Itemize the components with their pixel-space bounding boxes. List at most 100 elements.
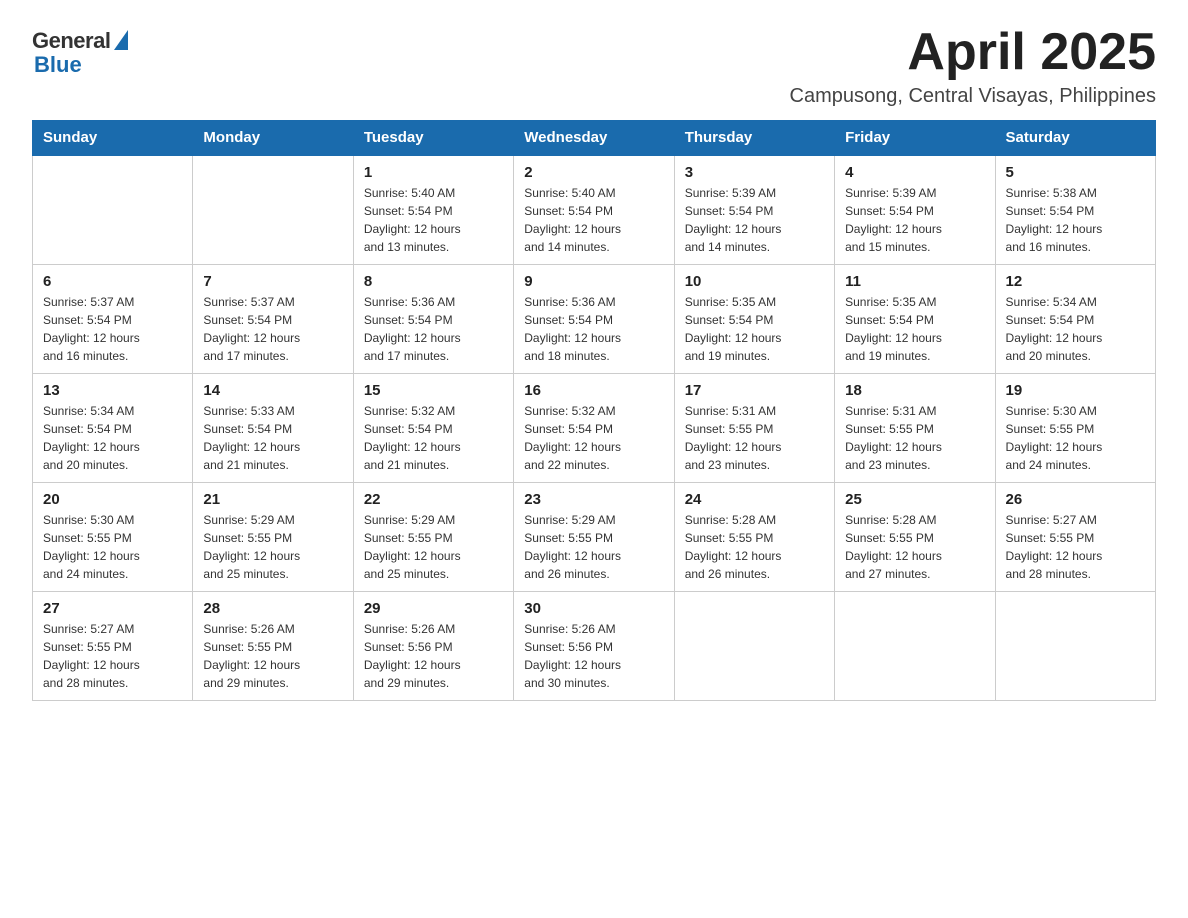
calendar-cell: 30 Sunrise: 5:26 AMSunset: 5:56 PMDayligh… [514, 592, 674, 701]
calendar-cell [193, 155, 353, 265]
calendar-cell: 4 Sunrise: 5:39 AMSunset: 5:54 PMDaylight… [835, 155, 995, 265]
day-info: Sunrise: 5:29 AMSunset: 5:55 PMDaylight:… [364, 511, 503, 583]
weekday-header-thursday: Thursday [674, 121, 834, 156]
day-number: 3 [685, 164, 824, 181]
day-info: Sunrise: 5:39 AMSunset: 5:54 PMDaylight:… [845, 184, 984, 256]
page-title: April 2025 [790, 24, 1157, 81]
calendar-week-row: 20Sunrise: 5:30 AMSunset: 5:55 PMDayligh… [33, 483, 1156, 592]
day-number: 20 [43, 491, 182, 508]
day-info: Sunrise: 5:29 AMSunset: 5:55 PMDaylight:… [203, 511, 342, 583]
day-info: Sunrise: 5:40 AMSunset: 5:54 PMDaylight:… [364, 184, 503, 256]
day-info: Sunrise: 5:32 AMSunset: 5:54 PMDaylight:… [524, 402, 663, 474]
calendar-cell: 14 Sunrise: 5:33 AMSunset: 5:54 PMDayligh… [193, 374, 353, 483]
day-info: Sunrise: 5:26 AMSunset: 5:55 PMDaylight:… [203, 620, 342, 692]
weekday-header-friday: Friday [835, 121, 995, 156]
weekday-header-sunday: Sunday [33, 121, 193, 156]
day-info: Sunrise: 5:33 AMSunset: 5:54 PMDaylight:… [203, 402, 342, 474]
day-info: Sunrise: 5:32 AMSunset: 5:54 PMDaylight:… [364, 402, 503, 474]
calendar-cell: 17 Sunrise: 5:31 AMSunset: 5:55 PMDayligh… [674, 374, 834, 483]
day-info: Sunrise: 5:31 AMSunset: 5:55 PMDaylight:… [845, 402, 984, 474]
calendar-cell: 21 Sunrise: 5:29 AMSunset: 5:55 PMDayligh… [193, 483, 353, 592]
calendar-cell: 15Sunrise: 5:32 AMSunset: 5:54 PMDayligh… [353, 374, 513, 483]
day-info: Sunrise: 5:37 AMSunset: 5:54 PMDaylight:… [203, 293, 342, 365]
day-info: Sunrise: 5:27 AMSunset: 5:55 PMDaylight:… [1006, 511, 1145, 583]
day-info: Sunrise: 5:36 AMSunset: 5:54 PMDaylight:… [524, 293, 663, 365]
calendar-cell: 20Sunrise: 5:30 AMSunset: 5:55 PMDayligh… [33, 483, 193, 592]
logo: General Blue [32, 28, 128, 78]
day-number: 21 [203, 491, 342, 508]
day-info: Sunrise: 5:35 AMSunset: 5:54 PMDaylight:… [845, 293, 984, 365]
day-number: 1 [364, 164, 503, 181]
weekday-header-monday: Monday [193, 121, 353, 156]
day-number: 13 [43, 382, 182, 399]
day-number: 22 [364, 491, 503, 508]
calendar-cell [33, 155, 193, 265]
calendar-cell: 6Sunrise: 5:37 AMSunset: 5:54 PMDaylight… [33, 265, 193, 374]
day-number: 30 [524, 600, 663, 617]
day-info: Sunrise: 5:30 AMSunset: 5:55 PMDaylight:… [1006, 402, 1145, 474]
day-number: 19 [1006, 382, 1145, 399]
title-block: April 2025 Campusong, Central Visayas, P… [790, 24, 1157, 108]
day-info: Sunrise: 5:31 AMSunset: 5:55 PMDaylight:… [685, 402, 824, 474]
calendar-cell: 12 Sunrise: 5:34 AMSunset: 5:54 PMDayligh… [995, 265, 1155, 374]
day-info: Sunrise: 5:29 AMSunset: 5:55 PMDaylight:… [524, 511, 663, 583]
weekday-header-tuesday: Tuesday [353, 121, 513, 156]
calendar-week-row: 13 Sunrise: 5:34 AMSunset: 5:54 PMDayligh… [33, 374, 1156, 483]
day-number: 7 [203, 273, 342, 290]
logo-blue-text: Blue [34, 52, 82, 78]
calendar-cell: 25 Sunrise: 5:28 AMSunset: 5:55 PMDayligh… [835, 483, 995, 592]
day-info: Sunrise: 5:40 AMSunset: 5:54 PMDaylight:… [524, 184, 663, 256]
day-info: Sunrise: 5:34 AMSunset: 5:54 PMDaylight:… [43, 402, 182, 474]
day-number: 16 [524, 382, 663, 399]
calendar-week-row: 6 Sunrise: 5:37 AMSunset: 5:54 PMDaylight… [33, 265, 1156, 374]
calendar-cell: 5Sunrise: 5:38 AMSunset: 5:54 PMDaylight… [995, 155, 1155, 265]
calendar-cell: 27Sunrise: 5:27 AMSunset: 5:55 PMDayligh… [33, 592, 193, 701]
calendar-cell: 7 Sunrise: 5:37 AMSunset: 5:54 PMDaylight… [193, 265, 353, 374]
day-number: 18 [845, 382, 984, 399]
calendar-cell: 23 Sunrise: 5:29 AMSunset: 5:55 PMDayligh… [514, 483, 674, 592]
calendar-cell: 2Sunrise: 5:40 AMSunset: 5:54 PMDaylight… [514, 155, 674, 265]
day-info: Sunrise: 5:35 AMSunset: 5:54 PMDaylight:… [685, 293, 824, 365]
day-info: Sunrise: 5:26 AMSunset: 5:56 PMDaylight:… [524, 620, 663, 692]
day-number: 4 [845, 164, 984, 181]
day-number: 5 [1006, 164, 1145, 181]
page-header: General Blue April 2025 Campusong, Centr… [32, 24, 1156, 108]
day-info: Sunrise: 5:28 AMSunset: 5:55 PMDaylight:… [685, 511, 824, 583]
calendar-week-row: 1 Sunrise: 5:40 AMSunset: 5:54 PMDaylight… [33, 155, 1156, 265]
day-number: 26 [1006, 491, 1145, 508]
calendar-cell: 1 Sunrise: 5:40 AMSunset: 5:54 PMDaylight… [353, 155, 513, 265]
calendar-header-row: SundayMondayTuesdayWednesdayThursdayFrid… [33, 121, 1156, 156]
calendar-cell: 16 Sunrise: 5:32 AMSunset: 5:54 PMDayligh… [514, 374, 674, 483]
day-info: Sunrise: 5:27 AMSunset: 5:55 PMDaylight:… [43, 620, 182, 692]
day-number: 28 [203, 600, 342, 617]
day-number: 12 [1006, 273, 1145, 290]
day-number: 24 [685, 491, 824, 508]
day-info: Sunrise: 5:28 AMSunset: 5:55 PMDaylight:… [845, 511, 984, 583]
weekday-header-wednesday: Wednesday [514, 121, 674, 156]
day-number: 8 [364, 273, 503, 290]
calendar-cell: 3 Sunrise: 5:39 AMSunset: 5:54 PMDaylight… [674, 155, 834, 265]
day-number: 29 [364, 600, 503, 617]
calendar-cell: 8 Sunrise: 5:36 AMSunset: 5:54 PMDaylight… [353, 265, 513, 374]
day-info: Sunrise: 5:34 AMSunset: 5:54 PMDaylight:… [1006, 293, 1145, 365]
day-info: Sunrise: 5:36 AMSunset: 5:54 PMDaylight:… [364, 293, 503, 365]
day-info: Sunrise: 5:39 AMSunset: 5:54 PMDaylight:… [685, 184, 824, 256]
logo-triangle-icon [114, 30, 128, 50]
calendar-cell: 24 Sunrise: 5:28 AMSunset: 5:55 PMDayligh… [674, 483, 834, 592]
calendar-cell: 22 Sunrise: 5:29 AMSunset: 5:55 PMDayligh… [353, 483, 513, 592]
day-number: 11 [845, 273, 984, 290]
calendar-cell: 29Sunrise: 5:26 AMSunset: 5:56 PMDayligh… [353, 592, 513, 701]
calendar-cell: 18 Sunrise: 5:31 AMSunset: 5:55 PMDayligh… [835, 374, 995, 483]
calendar-cell [674, 592, 834, 701]
day-number: 17 [685, 382, 824, 399]
calendar-cell: 10Sunrise: 5:35 AMSunset: 5:54 PMDayligh… [674, 265, 834, 374]
day-number: 25 [845, 491, 984, 508]
page-subtitle: Campusong, Central Visayas, Philippines [790, 85, 1157, 108]
calendar-cell: 13 Sunrise: 5:34 AMSunset: 5:54 PMDayligh… [33, 374, 193, 483]
day-number: 14 [203, 382, 342, 399]
calendar-cell [995, 592, 1155, 701]
logo-general-text: General [32, 28, 110, 54]
day-number: 23 [524, 491, 663, 508]
day-number: 6 [43, 273, 182, 290]
calendar-cell: 28 Sunrise: 5:26 AMSunset: 5:55 PMDayligh… [193, 592, 353, 701]
